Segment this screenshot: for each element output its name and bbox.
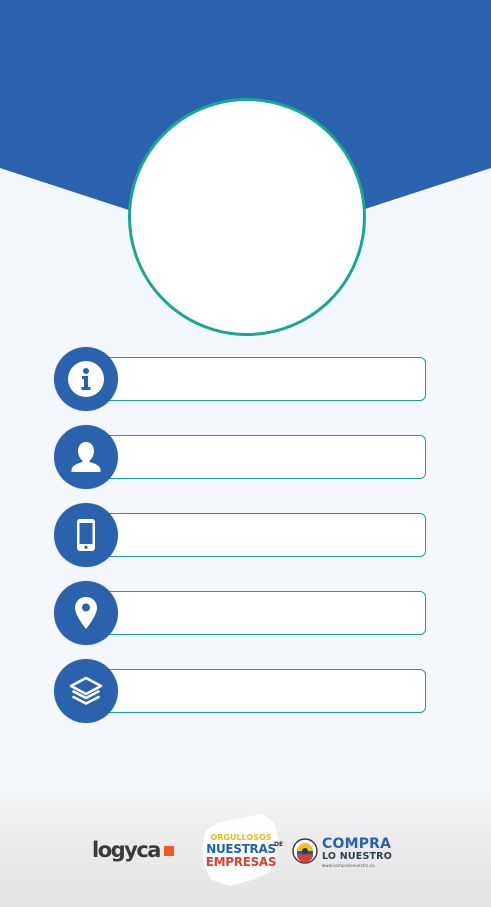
phone-field[interactable] [86,513,426,557]
field-row-info [54,347,428,412]
field-row-location [54,581,428,646]
name-field[interactable] [86,435,426,479]
logyca-logo-square [163,846,174,856]
info-field[interactable] [86,357,426,401]
compra-line2: LO NUESTRO [322,851,392,862]
compra-url: www.compralonuestro.co [322,863,375,868]
logyca-logo: logyca [92,836,174,864]
profile-card-page: logyca ORGULLOSOS DE NUESTRAS EMPRESAS C… [0,0,491,907]
layers-field[interactable] [86,669,426,713]
field-row-phone [54,503,428,568]
info-field-value [127,358,413,402]
info-icon [54,347,118,411]
layers-icon [54,659,118,723]
orgullosos-line3: EMPRESAS [205,855,277,869]
orgullosos-line1: ORGULLOSOS [210,833,272,842]
person-icon [54,425,118,489]
layers-field-value [127,670,413,714]
field-row-name [54,425,428,490]
field-row-layers [54,659,428,724]
location-field[interactable] [86,591,426,635]
name-field-value [127,436,413,480]
compra-line1: COMPRA [322,836,392,852]
phone-field-value [127,514,413,558]
profile-avatar[interactable] [128,98,366,336]
location-pin-icon [54,581,118,645]
compra-emblem-icon [292,838,318,864]
location-field-value [127,592,413,636]
compra-lo-nuestro-logo: COMPRA LO NUESTRO www.compralonuestro.co [292,836,402,868]
orgullosos-line2: NUESTRAS [206,842,276,856]
phone-icon [54,503,118,567]
logyca-logo-text: logyca [92,838,161,862]
orgullosos-logo: ORGULLOSOS DE NUESTRAS EMPRESAS [200,808,283,888]
